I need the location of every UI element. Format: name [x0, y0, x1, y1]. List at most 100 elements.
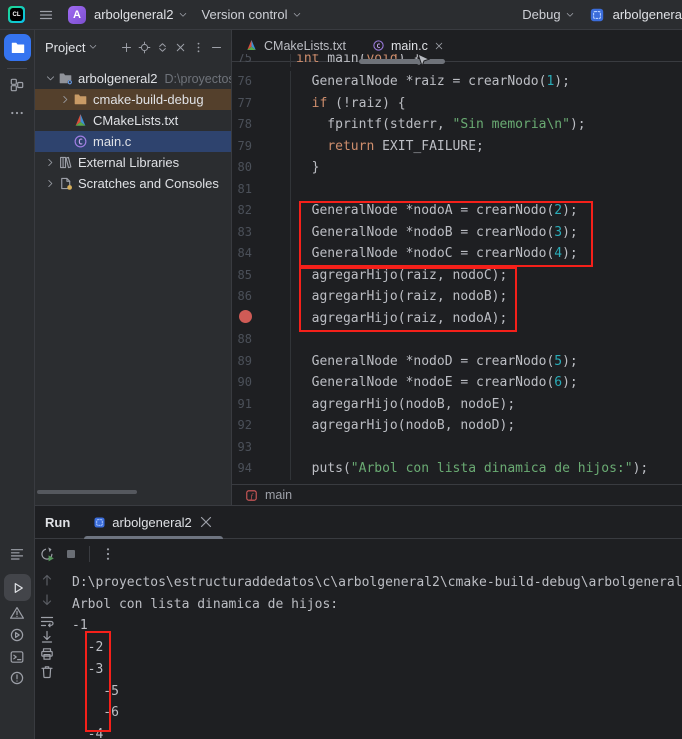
- svg-text:C: C: [377, 42, 381, 50]
- tree-item-cmakelists-txt[interactable]: CMakeLists.txt: [35, 110, 231, 131]
- chevron-right-icon[interactable]: [58, 94, 72, 105]
- console-line-3: -1: [72, 615, 682, 637]
- titlebar: CL A arbolgeneral2 Version control Debug…: [0, 0, 682, 30]
- locate-file-icon[interactable]: [138, 41, 151, 54]
- cmake-icon: [72, 113, 88, 129]
- console-toolbar: [39, 506, 55, 706]
- run-config-app-icon[interactable]: [589, 7, 605, 23]
- gutter-80: 80: [232, 157, 291, 179]
- gutter-94: 94: [232, 458, 291, 480]
- run-toolbar: [35, 539, 682, 569]
- code-text: GeneralNode *nodoD = crearNodo(5);: [291, 351, 578, 373]
- code-line-89: 89 GeneralNode *nodoD = crearNodo(5);: [232, 351, 682, 373]
- tree-item-label: CMakeLists.txt: [93, 113, 178, 128]
- folder-project-icon: [57, 71, 73, 87]
- hamburger-icon: [38, 7, 54, 23]
- structure-icon[interactable]: [9, 77, 25, 93]
- chevron-down-icon: [292, 10, 302, 20]
- gutter-91: 91: [232, 394, 291, 416]
- code-text: }: [291, 157, 319, 179]
- run-toolwindow-button[interactable]: [4, 574, 31, 601]
- code-line-92: 92 agregarHijo(nodoB, nodoD);: [232, 415, 682, 437]
- print-icon[interactable]: [39, 646, 55, 662]
- c-file-icon: C: [72, 134, 88, 150]
- stop-icon[interactable]: [63, 546, 79, 562]
- notifications-lines-icon[interactable]: [9, 546, 25, 562]
- stripe-divider: [7, 68, 27, 69]
- gutter-86: 86: [232, 286, 291, 308]
- tree-item-external-libraries[interactable]: External Libraries: [35, 152, 231, 173]
- code-area[interactable]: 76 GeneralNode *raiz = crearNodo(1);77 i…: [232, 62, 682, 484]
- tree-item-label: main.c: [93, 134, 131, 149]
- code-line-85: 85 agregarHijo(raiz, nodoC);: [232, 265, 682, 287]
- main-menu-button[interactable]: [38, 7, 54, 23]
- avatar[interactable]: A: [68, 6, 86, 24]
- gutter-88: 88: [232, 329, 291, 351]
- hide-panel-icon[interactable]: [210, 41, 223, 54]
- console-line-6: -5: [72, 681, 682, 703]
- project-panel-header: Project: [35, 30, 231, 64]
- toolbar-divider: [89, 546, 90, 562]
- horizontal-scrollbar-thumb[interactable]: [37, 490, 137, 494]
- code-text: GeneralNode *nodoA = crearNodo(2);: [291, 200, 578, 222]
- cmake-icon: [245, 39, 258, 52]
- breakpoint-dot[interactable]: [239, 310, 252, 323]
- chevron-right-icon[interactable]: [43, 157, 57, 168]
- code-line-91: 91 agregarHijo(nodoB, nodoE);: [232, 394, 682, 416]
- gutter-92: 92: [232, 415, 291, 437]
- run-tab-arbolgeneral2[interactable]: arbolgeneral2: [84, 506, 223, 538]
- code-line-90: 90 GeneralNode *nodoE = crearNodo(6);: [232, 372, 682, 394]
- vcs-label: Version control: [202, 7, 288, 22]
- prev-occurrence-icon[interactable]: [39, 572, 55, 588]
- project-selector[interactable]: arbolgeneral2: [94, 7, 188, 22]
- expand-all-icon[interactable]: [156, 41, 169, 54]
- tree-item-label: External Libraries: [78, 155, 179, 170]
- project-toolwindow-button[interactable]: [4, 34, 31, 61]
- tree-item-arbolgeneral2[interactable]: arbolgeneral2D:\proyectos\es: [35, 68, 231, 89]
- console-output: D:\proyectos\estructuraddedatos\c\arbolg…: [60, 569, 682, 739]
- app-icon: [93, 516, 106, 529]
- tree-item-main-c[interactable]: Cmain.c: [35, 131, 231, 152]
- close-tab-icon[interactable]: [198, 514, 214, 530]
- project-panel-title[interactable]: Project: [45, 40, 98, 55]
- tab-label: main.c: [391, 39, 428, 53]
- add-icon[interactable]: [120, 41, 133, 54]
- vcs-selector[interactable]: Version control: [202, 7, 302, 22]
- debug-config-selector[interactable]: Debug: [522, 7, 574, 22]
- code-text: agregarHijo(raiz, nodoA);: [291, 308, 507, 330]
- console-line-8: -4: [72, 724, 682, 739]
- chevron-right-icon[interactable]: [43, 178, 57, 189]
- chevron-down-icon[interactable]: [43, 73, 57, 84]
- console-line-2: Arbol con lista dinamica de hijos:: [72, 594, 682, 616]
- options-kebab-icon[interactable]: [192, 41, 205, 54]
- run-config-name[interactable]: arbolgenera: [613, 7, 682, 22]
- code-text: puts("Arbol con lista dinamica de hijos:…: [291, 458, 648, 480]
- play-icon: [10, 580, 26, 596]
- breadcrumb-item[interactable]: main: [265, 488, 292, 502]
- code-text: [291, 437, 296, 459]
- tree-item-cmake-build-debug[interactable]: cmake-build-debug: [35, 89, 231, 110]
- terminal-icon[interactable]: [9, 649, 25, 665]
- code-text: GeneralNode *nodoC = crearNodo(4);: [291, 243, 578, 265]
- more-options-kebab-icon[interactable]: [100, 546, 116, 562]
- next-occurrence-icon[interactable]: [39, 592, 55, 608]
- chevron-down-icon: [565, 10, 575, 20]
- event-log-icon[interactable]: [9, 670, 25, 686]
- console-line-7: -6: [72, 702, 682, 724]
- more-toolwindows-icon[interactable]: [9, 105, 25, 121]
- code-line-75: 75int main(void) {: [232, 54, 682, 67]
- collapse-all-icon[interactable]: [174, 41, 187, 54]
- tree-item-scratches-and-consoles[interactable]: Scratches and Consoles: [35, 173, 231, 194]
- gutter-90: 90: [232, 372, 291, 394]
- problems-icon[interactable]: [9, 605, 25, 621]
- soft-wrap-icon[interactable]: [39, 614, 55, 630]
- clear-all-icon[interactable]: [39, 664, 55, 680]
- services-icon[interactable]: [9, 627, 25, 643]
- code-line-81: 81: [232, 179, 682, 201]
- close-tab-icon[interactable]: [434, 41, 444, 51]
- code-text: if (!raiz) {: [291, 93, 406, 115]
- editor: CMakeLists.txt C main.c 75int main(void)…: [232, 30, 682, 505]
- gutter-82: 82: [232, 200, 291, 222]
- console-line-5: -3: [72, 659, 682, 681]
- scroll-to-end-icon[interactable]: [39, 629, 55, 645]
